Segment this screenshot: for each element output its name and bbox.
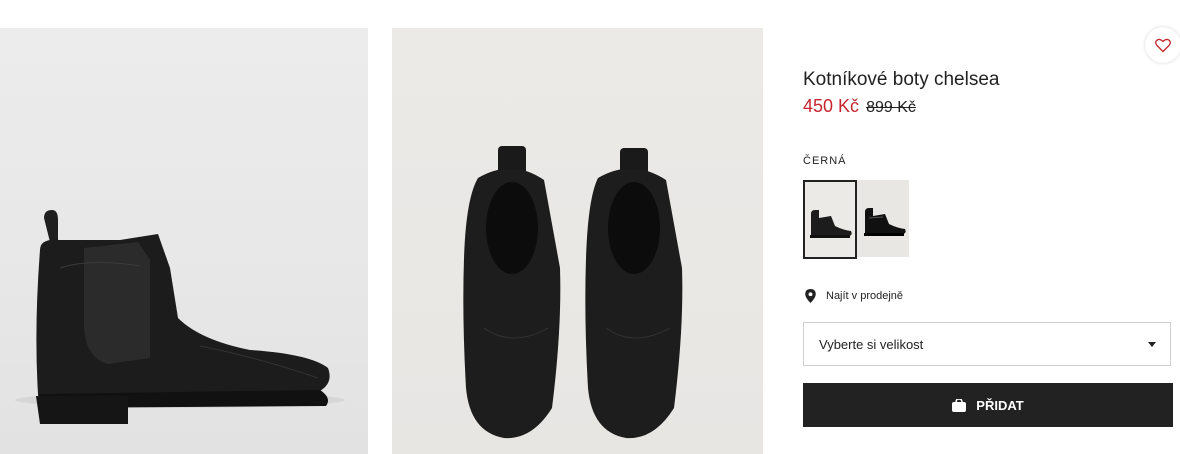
sale-price: 450 Kč [803, 96, 860, 116]
heart-icon [1155, 38, 1171, 52]
color-label: ČERNÁ [803, 155, 847, 167]
favorite-button[interactable] [1145, 27, 1180, 63]
swatch-black-thumbnail [810, 210, 852, 238]
location-pin-icon [805, 289, 816, 303]
add-to-bag-button[interactable]: PŘIDAT [803, 383, 1173, 427]
boots-top-illustration [463, 146, 683, 439]
size-select[interactable]: Vyberte si velikost [803, 322, 1171, 366]
size-select-value: Vyberte si velikost [819, 336, 924, 352]
product-image-side[interactable] [0, 28, 368, 454]
find-in-store-label: Najít v prodejně [826, 290, 904, 302]
color-swatch-black[interactable] [803, 180, 857, 259]
swatch-patent-thumbnail [864, 208, 906, 236]
shopping-bag-icon [952, 398, 967, 412]
add-to-bag-label: PŘIDAT [976, 397, 1024, 413]
boot-side-illustration [15, 210, 345, 424]
product-price: 450 Kč 899 Kč [803, 96, 916, 117]
product-image-top[interactable] [392, 28, 763, 454]
product-title: Kotníkové boty chelsea [803, 69, 1000, 90]
find-in-store-link[interactable]: Najít v prodejně [805, 289, 903, 303]
caret-down-icon [1148, 342, 1156, 347]
original-price: 899 Kč [866, 99, 916, 116]
color-swatch-black-patent[interactable] [857, 180, 909, 257]
